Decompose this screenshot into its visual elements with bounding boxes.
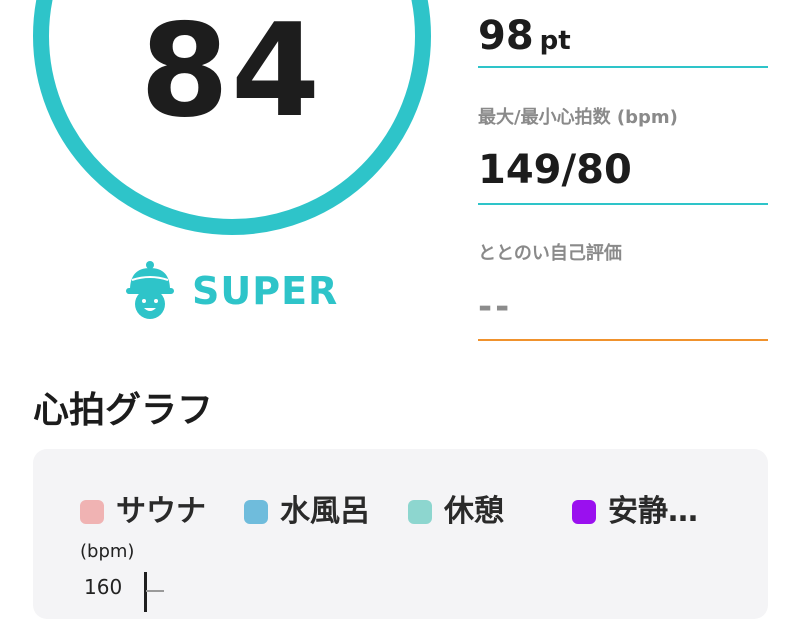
legend-swatch: [408, 500, 432, 524]
y-tick-label: 160: [84, 575, 123, 599]
self-rating-value[interactable]: --: [478, 290, 512, 324]
y-axis-line: [144, 572, 147, 612]
legend-swatch: [244, 500, 268, 524]
y-axis-unit: (bpm): [80, 541, 135, 562]
rank-label: SUPER: [192, 269, 339, 313]
heart-rate-title: 最大/最小心拍数 (bpm): [478, 107, 678, 128]
points-unit: pt: [539, 26, 571, 56]
self-rating-title: ととのい自己評価: [478, 243, 622, 264]
score-value: 84: [139, 0, 323, 146]
self-rating-divider: [478, 339, 768, 341]
legend-label: 水風呂: [280, 494, 370, 529]
graph-title: 心拍グラフ: [33, 390, 214, 431]
heart-rate-divider: [478, 203, 768, 205]
legend-label: サウナ: [116, 494, 206, 529]
legend-label: 安静…: [608, 494, 698, 529]
y-tick-mark: [146, 590, 164, 592]
points-divider: [478, 66, 768, 68]
legend-swatch: [572, 500, 596, 524]
sauna-hat-mascot-icon: [126, 261, 174, 319]
points-number: 98: [478, 13, 534, 59]
heart-rate-value: 149/80: [478, 147, 632, 193]
points-value: 98 pt: [478, 16, 571, 56]
legend-swatch: [80, 500, 104, 524]
legend-label: 休憩: [444, 494, 504, 529]
